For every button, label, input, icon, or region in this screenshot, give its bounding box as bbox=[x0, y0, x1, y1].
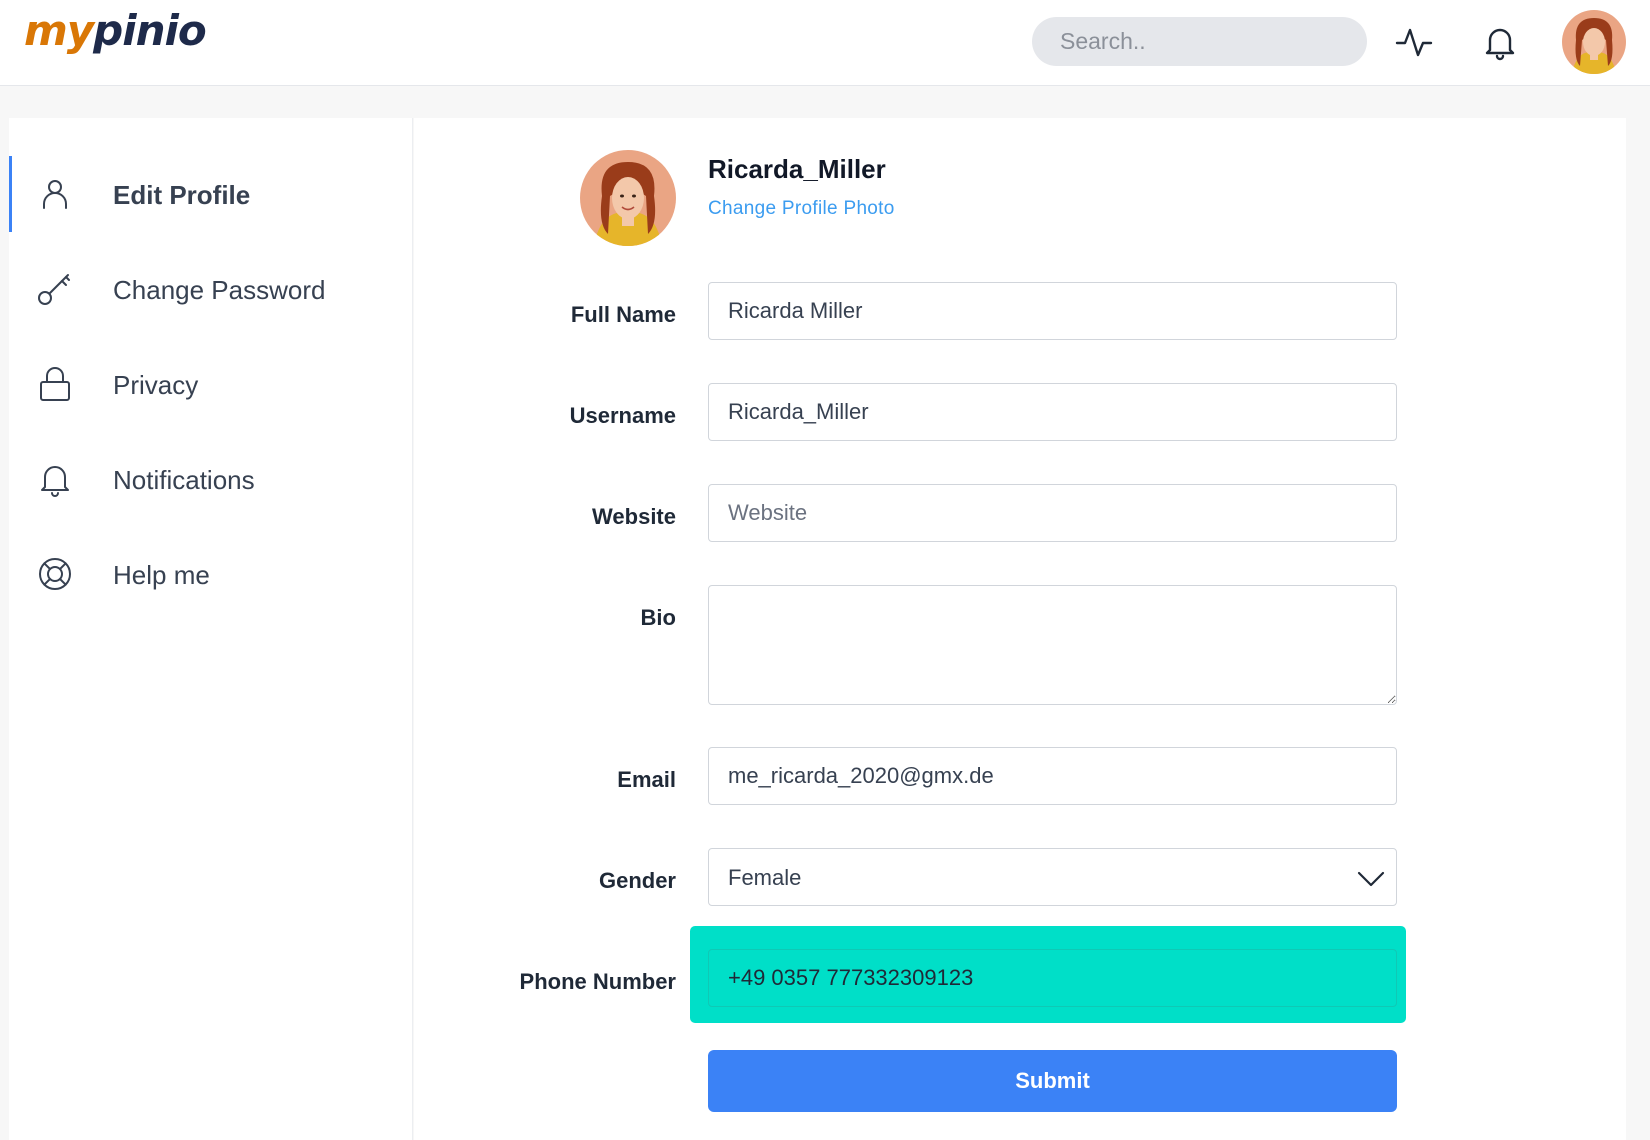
lock-icon bbox=[35, 364, 75, 404]
key-icon bbox=[35, 269, 75, 309]
chevron-down-icon bbox=[1356, 863, 1386, 893]
sidebar-item-change-password[interactable]: Change Password bbox=[9, 251, 413, 327]
gender-select[interactable]: Female bbox=[708, 848, 1397, 906]
user-avatar[interactable] bbox=[1562, 10, 1626, 74]
profile-avatar[interactable] bbox=[580, 150, 676, 246]
sidebar-item-label: Edit Profile bbox=[113, 180, 251, 210]
sidebar-item-help[interactable]: Help me bbox=[9, 536, 413, 612]
activity-icon[interactable] bbox=[1394, 22, 1434, 62]
logo-part-2: pinio bbox=[93, 6, 207, 55]
sidebar-item-label: Privacy bbox=[113, 370, 199, 400]
website-label: Website bbox=[592, 504, 676, 529]
bio-label: Bio bbox=[640, 605, 676, 630]
bell-icon bbox=[35, 459, 75, 499]
email-label: Email bbox=[617, 767, 676, 792]
sidebar-item-notifications[interactable]: Notifications bbox=[9, 441, 413, 517]
app-logo[interactable]: mypinio bbox=[24, 6, 207, 55]
user-icon bbox=[35, 174, 75, 214]
top-bar: mypinio bbox=[0, 0, 1650, 86]
gender-label: Gender bbox=[598, 868, 676, 893]
full-name-field[interactable] bbox=[708, 282, 1397, 340]
full-name-label: Full Name bbox=[570, 302, 676, 327]
lifebuoy-icon bbox=[35, 554, 75, 594]
sidebar-item-privacy[interactable]: Privacy bbox=[9, 346, 413, 422]
profile-username: Ricarda_Miller bbox=[708, 154, 886, 184]
username-field[interactable] bbox=[708, 383, 1397, 441]
logo-part-1: my bbox=[24, 6, 94, 55]
username-label: Username bbox=[569, 403, 676, 428]
email-field[interactable] bbox=[708, 747, 1397, 805]
phone-number-field[interactable] bbox=[708, 949, 1397, 1007]
gender-selected-value: Female bbox=[728, 865, 802, 890]
sidebar-item-label: Change Password bbox=[113, 275, 326, 305]
sidebar-item-edit-profile[interactable]: Edit Profile bbox=[9, 156, 413, 232]
settings-sidebar: Edit Profile Change Password Privacy Not… bbox=[9, 118, 413, 1140]
bell-icon[interactable] bbox=[1480, 22, 1520, 62]
search-input[interactable] bbox=[1032, 17, 1367, 66]
bio-field[interactable] bbox=[708, 585, 1397, 705]
website-field[interactable] bbox=[708, 484, 1397, 542]
sidebar-item-label: Help me bbox=[113, 560, 210, 590]
phone-number-label: Phone Number bbox=[519, 969, 676, 994]
submit-button[interactable]: Submit bbox=[708, 1050, 1397, 1112]
sidebar-item-label: Notifications bbox=[113, 465, 255, 495]
change-profile-photo-link[interactable]: Change Profile Photo bbox=[708, 198, 895, 220]
